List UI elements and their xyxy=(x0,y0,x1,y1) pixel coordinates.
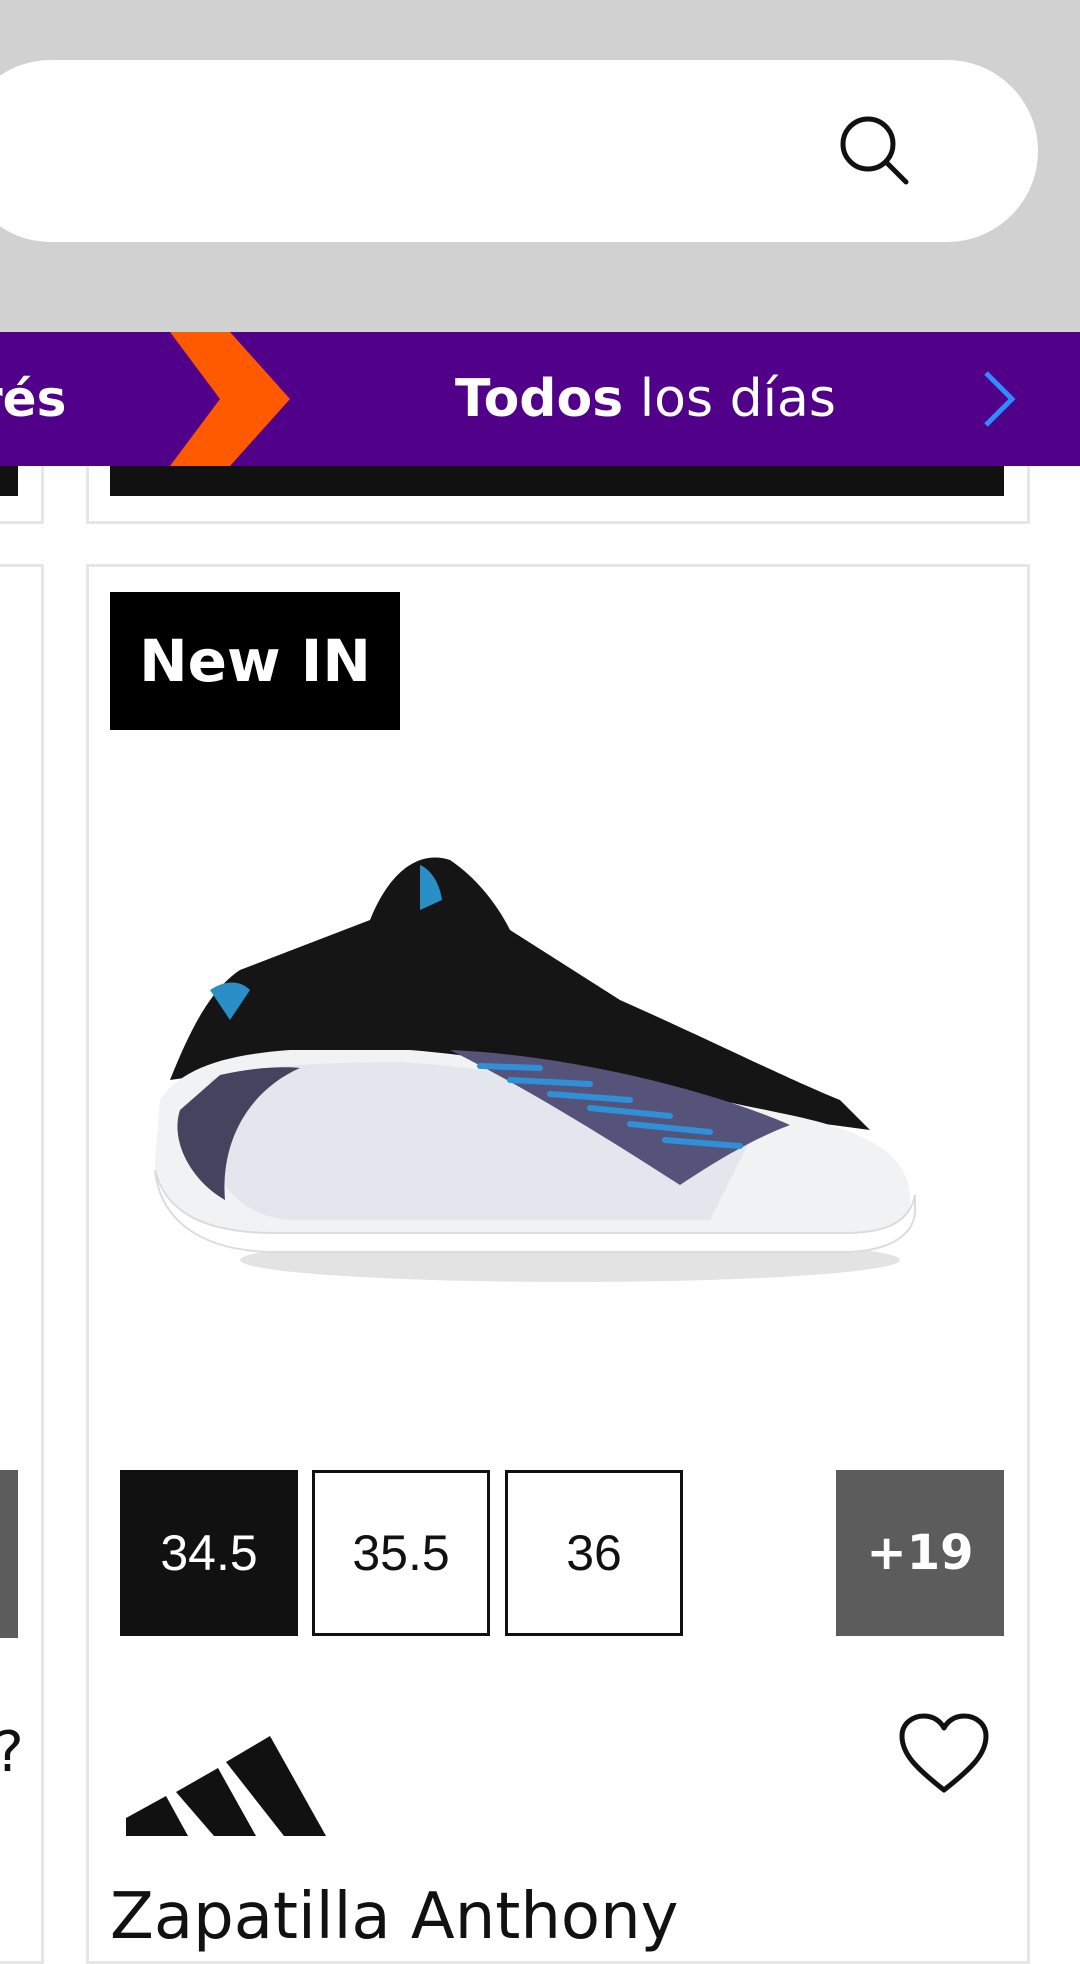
search-bar xyxy=(0,60,1038,242)
left-card-text-fragment: ? xyxy=(0,1720,24,1785)
new-in-badge: New IN xyxy=(110,592,400,730)
more-sizes-button[interactable]: +19 xyxy=(836,1470,1004,1636)
size-option-selected[interactable]: 34.5 xyxy=(120,1470,298,1636)
heart-icon[interactable] xyxy=(896,1710,992,1796)
adidas-logo-icon xyxy=(126,1736,326,1836)
size-option[interactable]: 35.5 xyxy=(312,1470,490,1636)
promo-banner[interactable]: rés Todos los días xyxy=(0,332,1080,466)
promo-strong-text: Todos xyxy=(455,369,624,429)
promo-regular-text: los días xyxy=(623,369,837,429)
search-icon xyxy=(840,116,909,185)
search-header xyxy=(0,0,1080,332)
promo-left-text: rés xyxy=(0,370,67,428)
previous-card-bar xyxy=(110,466,1004,496)
product-image[interactable] xyxy=(150,840,950,1300)
search-input[interactable] xyxy=(20,96,794,208)
left-card-size-badge xyxy=(0,1470,18,1638)
search-button[interactable] xyxy=(820,96,930,206)
previous-left-card-bar xyxy=(0,466,18,496)
promo-right-text: Todos los días xyxy=(455,332,836,466)
size-option[interactable]: 36 xyxy=(505,1470,683,1636)
chevron-right-icon[interactable] xyxy=(980,367,1020,431)
product-title[interactable]: Zapatilla Anthony xyxy=(110,1880,970,1954)
